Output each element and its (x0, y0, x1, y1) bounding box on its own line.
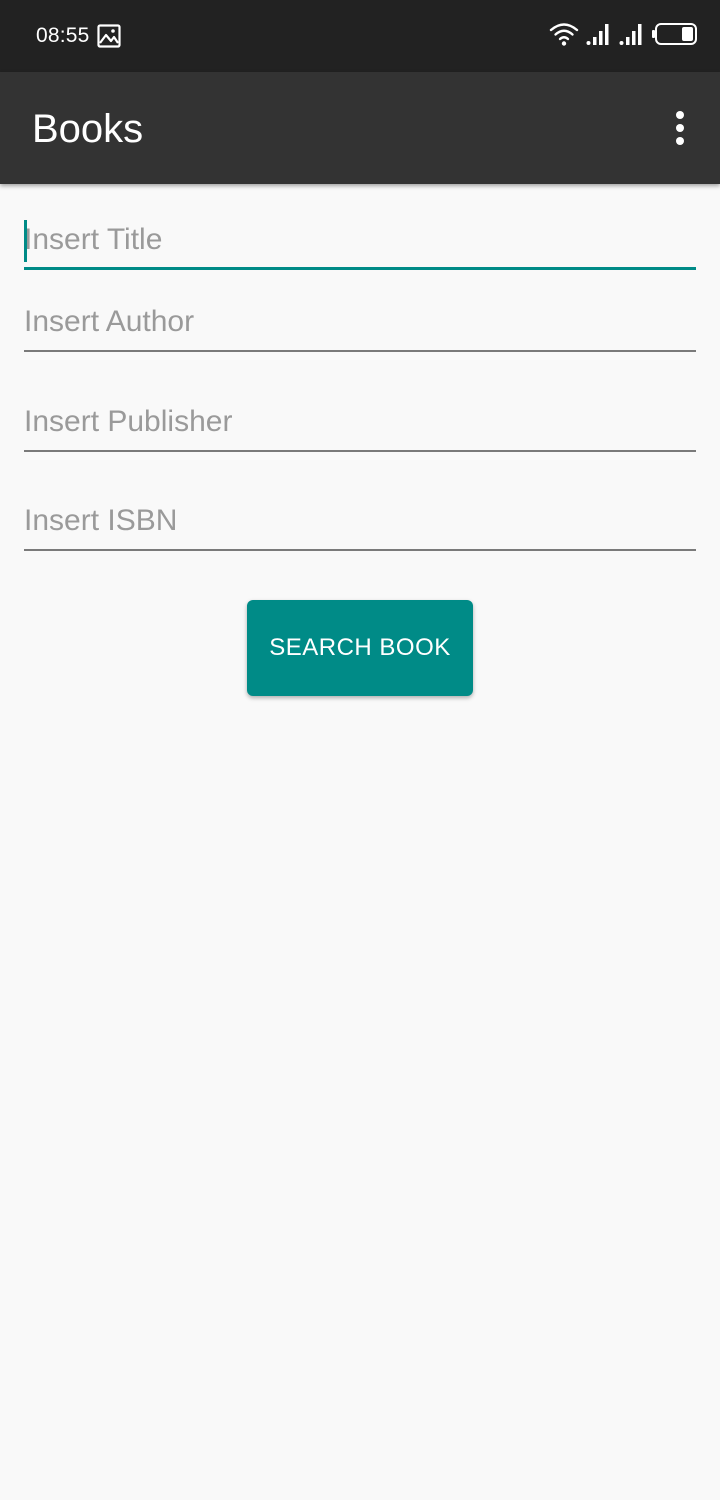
wifi-icon (549, 21, 579, 52)
isbn-field (24, 495, 696, 551)
publisher-field (24, 396, 696, 452)
author-input[interactable] (24, 296, 696, 348)
title-input[interactable] (24, 214, 696, 266)
isbn-input[interactable] (24, 495, 696, 547)
status-icons (549, 22, 698, 50)
battery-icon (652, 22, 698, 51)
app-title: Books (32, 107, 144, 151)
more-vert-icon[interactable] (660, 104, 700, 152)
author-underline (24, 350, 696, 352)
title-underline (24, 267, 696, 270)
isbn-underline (24, 549, 696, 551)
search-book-button[interactable]: SEARCH BOOK (247, 600, 473, 696)
publisher-input[interactable] (24, 396, 696, 448)
signal-icon (586, 22, 612, 51)
publisher-underline (24, 450, 696, 452)
image-icon (97, 24, 121, 48)
signal-icon (619, 22, 645, 51)
status-bar: 08:55 (0, 0, 720, 72)
title-field (24, 214, 696, 270)
search-form: SEARCH BOOK (0, 184, 720, 1500)
menu-dot (676, 137, 684, 145)
app-bar: Books (0, 72, 720, 184)
menu-dot (676, 124, 684, 132)
menu-dot (676, 111, 684, 119)
status-time: 08:55 (36, 24, 90, 47)
text-cursor (24, 220, 27, 262)
author-field (24, 296, 696, 352)
